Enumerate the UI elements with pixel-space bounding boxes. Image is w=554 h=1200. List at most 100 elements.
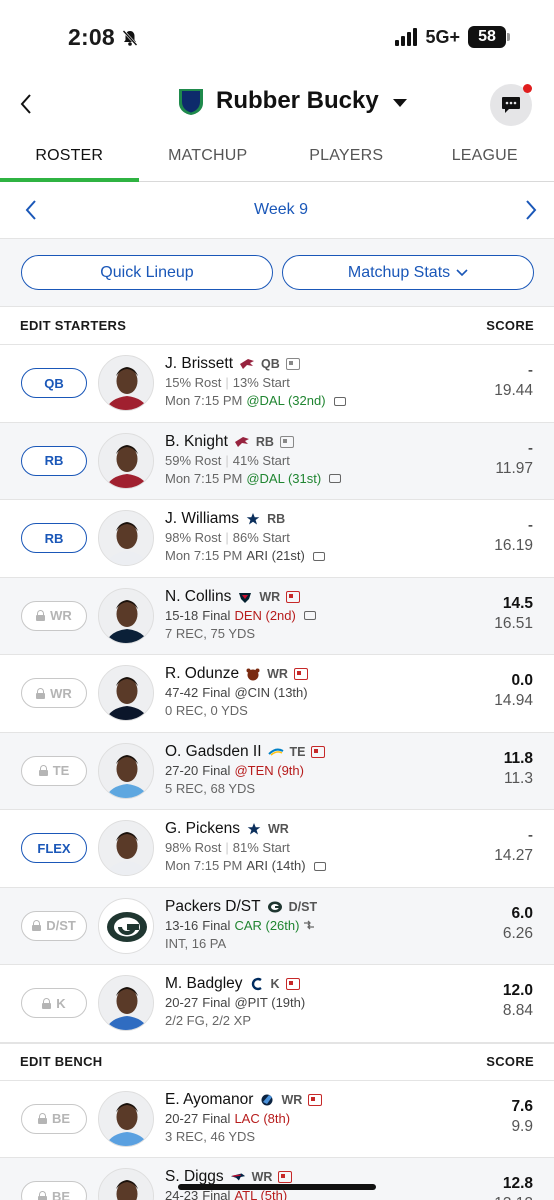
bell-muted-icon [122,29,138,46]
player-row[interactable]: BES. DiggsWR24-23FinalATL (5th)12.813.12 [0,1158,554,1200]
slot-label: K [56,995,66,1011]
starters-list: QB J. Brissett QB 15% Rost | 13% Start Mon 7:1… [0,345,554,1043]
game-score: 15-18 [165,607,199,623]
news-icon[interactable] [278,1171,293,1183]
slot-button: WR [21,678,87,709]
projected-points: 14.27 [494,847,533,864]
game-score: 13-16 [165,917,199,933]
team-logo-icon [246,822,262,836]
projected-points: 6.26 [502,924,533,942]
slot-button: WR [21,600,87,631]
player-info: M. Badgley K 20-27 Final @PIT (19th) 2/2 FG, … [165,974,464,1030]
player-row[interactable]: BE E. Ayomanor WR 20-27 Final LAC (8th) 3 REC,… [0,1081,554,1158]
player-avatar[interactable] [98,432,154,489]
battery-level: 58 [468,26,506,48]
player-avatar[interactable] [98,587,154,644]
slot-button[interactable]: FLEX [21,833,87,864]
tv-icon [312,551,325,561]
player-statline: 3 REC, 46 YDS [165,1128,464,1146]
slot-button[interactable]: RB [21,523,87,554]
player-subline: 98% Rost | 86% Start [165,529,464,547]
game-status: Final [202,685,231,700]
slot-label: TE [52,763,70,779]
rostered-pct: 15% Rost [165,375,222,390]
news-icon[interactable] [285,978,300,990]
next-week-button[interactable] [522,198,540,222]
team-selector[interactable]: Rubber Bucky [176,86,407,116]
tv-icon [313,861,326,871]
tab-roster[interactable]: ROSTER [0,130,139,181]
player-row[interactable]: TE O. Gadsden II TE 27-20 Final @TEN (9th) 5 R… [0,732,554,810]
player-subline: 15% Rost | 13% Start [165,374,464,392]
news-icon[interactable] [293,668,308,680]
player-statline: Mon 7:15 PM ARI (14th) [165,857,464,875]
game-status: Final [202,917,231,933]
player-score: 6.0 6.26 [503,905,533,945]
game-time: 2/2 FG, 2/2 XP [165,1013,251,1028]
game-time: Mon 7:15 PM [165,470,243,486]
player-row[interactable]: WR N. Collins WR 15-18 Final DEN (2nd) 7 REC, … [0,577,554,655]
slot-button: BE [21,1103,87,1134]
player-avatar[interactable] [98,1090,154,1147]
status-indicators: 5G+ 58 [395,26,510,48]
slot-button[interactable]: QB [21,368,87,399]
name-line: J. Brissett QB [165,354,464,374]
news-icon[interactable] [285,358,300,370]
player-avatar[interactable] [98,665,154,722]
player-row[interactable]: FLEX G. Pickens WR 98% Rost | 81% Start Mon 7:… [0,810,554,888]
clock: 2:08 [68,24,115,50]
position-label: WR [267,667,288,681]
player-info: O. Gadsden II TE 27-20 Final @TEN (9th) 5 REC… [165,742,464,798]
player-avatar[interactable] [98,742,154,799]
chevron-down-icon [456,268,468,276]
player-row[interactable]: WR R. Odunze WR 47-42 Final @CIN (13th) 0 REC,… [0,655,554,733]
projected-points: 14.94 [494,692,533,709]
player-avatar[interactable] [98,897,154,954]
matchup-stats-label: Matchup Stats [347,263,451,281]
news-icon[interactable] [286,590,301,603]
player-row[interactable]: RB J. Williams RB 98% Rost | 86% Start Mon 7:1… [0,500,554,578]
score-column-label: SCORE [486,1054,534,1069]
tab-matchup[interactable]: MATCHUP [139,130,278,181]
player-statline: 7 REC, 75 YDS [165,625,464,643]
chat-button[interactable] [490,84,532,126]
news-icon[interactable] [279,435,294,448]
player-avatar[interactable] [98,1168,154,1200]
tab-league[interactable]: LEAGUE [416,130,554,181]
player-row[interactable]: QB J. Brissett QB 15% Rost | 13% Start Mon 7:1… [0,345,554,423]
player-avatar[interactable] [98,820,154,877]
lock-icon [42,997,52,1009]
actual-points: 7.6 [511,1097,533,1115]
tv-icon [333,396,346,406]
player-avatar[interactable] [98,975,154,1032]
news-icon[interactable] [308,1093,323,1106]
matchup-stats-button[interactable]: Matchup Stats [282,255,534,290]
news-icon[interactable] [311,745,326,758]
slot-button[interactable]: RB [21,445,87,476]
player-subline: 15-18 Final DEN (2nd) [165,607,464,625]
projected-points: 13.12 [494,1195,533,1200]
player-avatar[interactable] [98,355,154,412]
slot-label: WR [50,685,72,701]
player-row[interactable]: D/ST Packers D/ST D/ST 13-16 Final CAR (26th)… [0,887,554,965]
week-label[interactable]: Week 9 [254,201,308,219]
team-logo-icon [237,590,253,604]
player-avatar[interactable] [98,510,154,567]
position-label: QB [261,357,280,371]
player-row[interactable]: K M. Badgley K 20-27 Final @PIT (19th) 2/2 FG,… [0,965,554,1043]
player-score: 7.6 9.9 [511,1098,533,1138]
game-time: 0 REC, 0 YDS [165,703,248,718]
player-score: 12.0 8.84 [503,982,533,1022]
tab-players[interactable]: PLAYERS [277,130,416,181]
back-button[interactable] [14,90,38,118]
prev-week-button[interactable] [22,198,40,222]
player-name: B. Knight [165,432,228,450]
quick-lineup-button[interactable]: Quick Lineup [21,255,273,290]
player-row[interactable]: RB B. Knight RB 59% Rost | 41% Start Mon 7:15 … [0,422,554,500]
game-time: Mon 7:15 PM [165,393,243,408]
actual-points: 12.0 [502,982,533,999]
player-score: - 14.27 [494,827,533,867]
trend-icon [303,917,315,935]
player-info: G. Pickens WR 98% Rost | 81% Start Mon 7:15 P… [165,819,464,875]
opponent-rank: DEN (2nd) [234,607,296,623]
